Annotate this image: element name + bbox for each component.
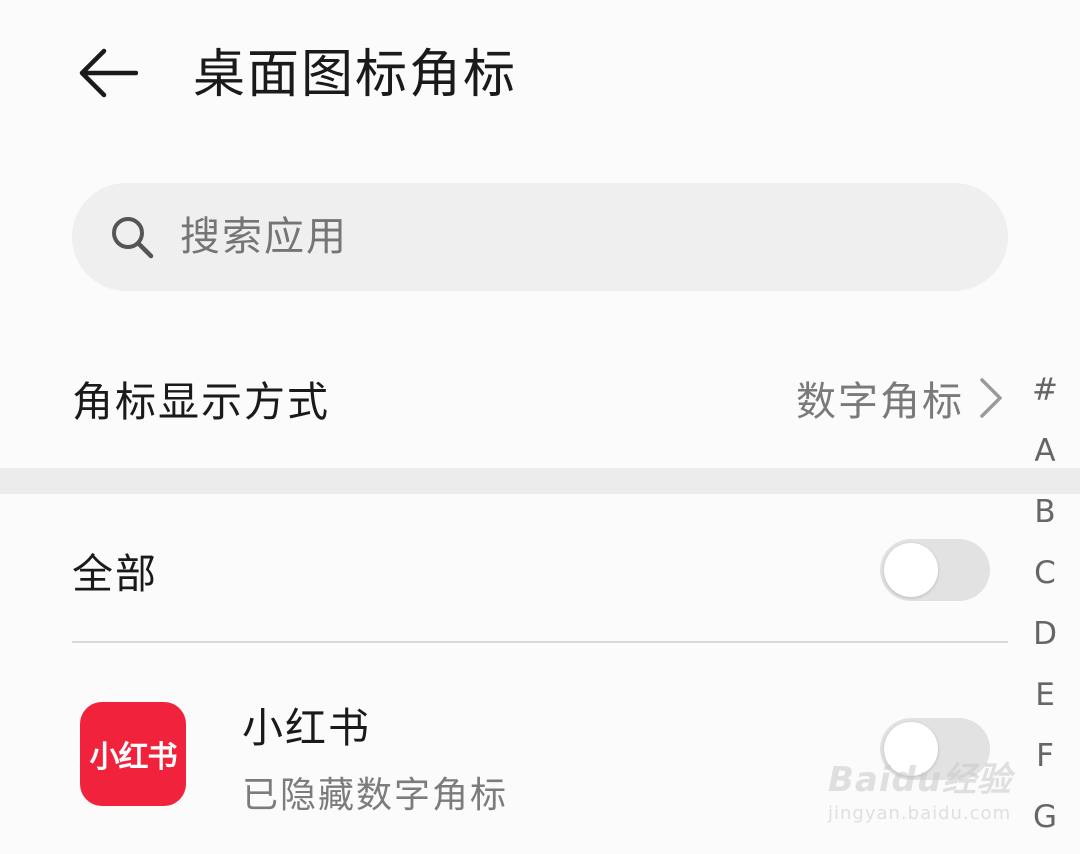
page-title: 桌面图标角标 xyxy=(193,45,518,105)
watermark-url: jingyan.baidu.com xyxy=(828,803,1012,824)
index-letter-f[interactable]: F xyxy=(1036,726,1054,787)
app-name: 小红书 xyxy=(242,704,371,752)
app-icon-logo-text: 小红书 xyxy=(89,740,178,775)
badge-display-mode-value: 数字角标 xyxy=(796,378,964,425)
search-icon xyxy=(108,212,158,262)
badge-display-mode-label: 角标显示方式 xyxy=(72,377,330,426)
index-letter-g[interactable]: G xyxy=(1033,787,1057,848)
index-letter-c[interactable]: C xyxy=(1034,543,1056,604)
badge-display-mode-row[interactable]: 角标显示方式 数字角标 xyxy=(72,340,1008,455)
section-divider xyxy=(0,468,1080,494)
arrow-left-icon xyxy=(79,48,138,98)
xiaohongshu-app-icon: 小红书 xyxy=(80,702,186,806)
list-divider xyxy=(72,641,1008,643)
toggle-knob xyxy=(884,543,938,597)
watermark-logo-text: Baidu经验 xyxy=(828,760,1013,800)
back-button[interactable] xyxy=(72,38,142,108)
index-letter-e[interactable]: E xyxy=(1035,665,1055,726)
index-letter-a[interactable]: A xyxy=(1034,421,1055,482)
app-badge-status: 已隐藏数字角标 xyxy=(242,775,509,816)
app-bar: 桌面图标角标 xyxy=(0,0,1080,150)
baidu-jingyan-watermark: Baidu经验 jingyan.baidu.com xyxy=(828,752,1028,832)
all-apps-toggle[interactable] xyxy=(880,539,990,601)
all-apps-row: 全部 xyxy=(72,510,1008,630)
all-apps-label: 全部 xyxy=(72,550,158,598)
search-input[interactable] xyxy=(180,183,780,291)
index-letter-b[interactable]: B xyxy=(1034,482,1055,543)
index-letter-hash[interactable]: # xyxy=(1032,360,1058,421)
chevron-right-icon xyxy=(978,375,1008,421)
search-bar[interactable] xyxy=(72,183,1008,291)
badge-display-mode-value-group: 数字角标 xyxy=(796,369,1008,427)
index-letter-d[interactable]: D xyxy=(1033,604,1057,665)
